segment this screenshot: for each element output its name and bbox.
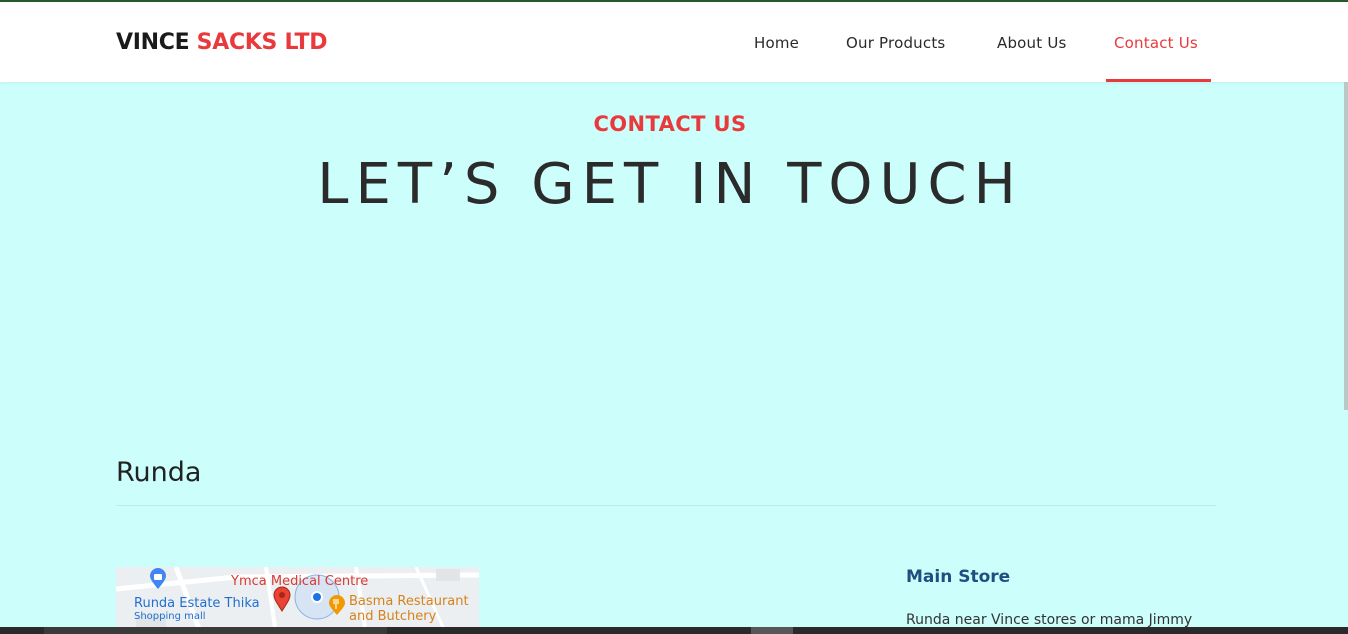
- taskbar-segment: [44, 627, 387, 634]
- store-title: Main Store: [906, 567, 1011, 587]
- nav-our-products[interactable]: Our Products: [846, 34, 945, 52]
- map-label-shop: Shopping mall: [134, 611, 206, 622]
- section-eyebrow: CONTACT US: [593, 112, 747, 136]
- location-title: Runda: [116, 457, 202, 488]
- site-header: VINCE SACKS LTD Home Our Products About …: [0, 2, 1348, 82]
- bottom-taskbar: [0, 627, 1348, 634]
- taskbar-segment: [751, 627, 793, 634]
- nav-home[interactable]: Home: [754, 34, 799, 52]
- nav-about-us[interactable]: About Us: [997, 34, 1067, 52]
- page-scrollbar[interactable]: [1344, 82, 1348, 410]
- location-map[interactable]: Ymca Medical Centre Runda Estate Thika S…: [116, 567, 479, 634]
- section-divider: [116, 505, 1216, 506]
- map-label-runda: Runda Estate Thika: [134, 596, 260, 611]
- active-nav-indicator: [1106, 79, 1211, 82]
- map-label-basma: Basma Restaurant: [349, 594, 469, 609]
- main-nav: Home Our Products About Us Contact Us: [0, 2, 1348, 82]
- nav-contact-us[interactable]: Contact Us: [1114, 34, 1198, 52]
- page-title: LET’S GET IN TOUCH: [317, 152, 1023, 217]
- map-label-ymca: Ymca Medical Centre: [231, 574, 369, 589]
- store-address: Runda near Vince stores or mama Jimmy: [906, 612, 1193, 628]
- map-label-basma-2: and Butchery: [349, 609, 437, 624]
